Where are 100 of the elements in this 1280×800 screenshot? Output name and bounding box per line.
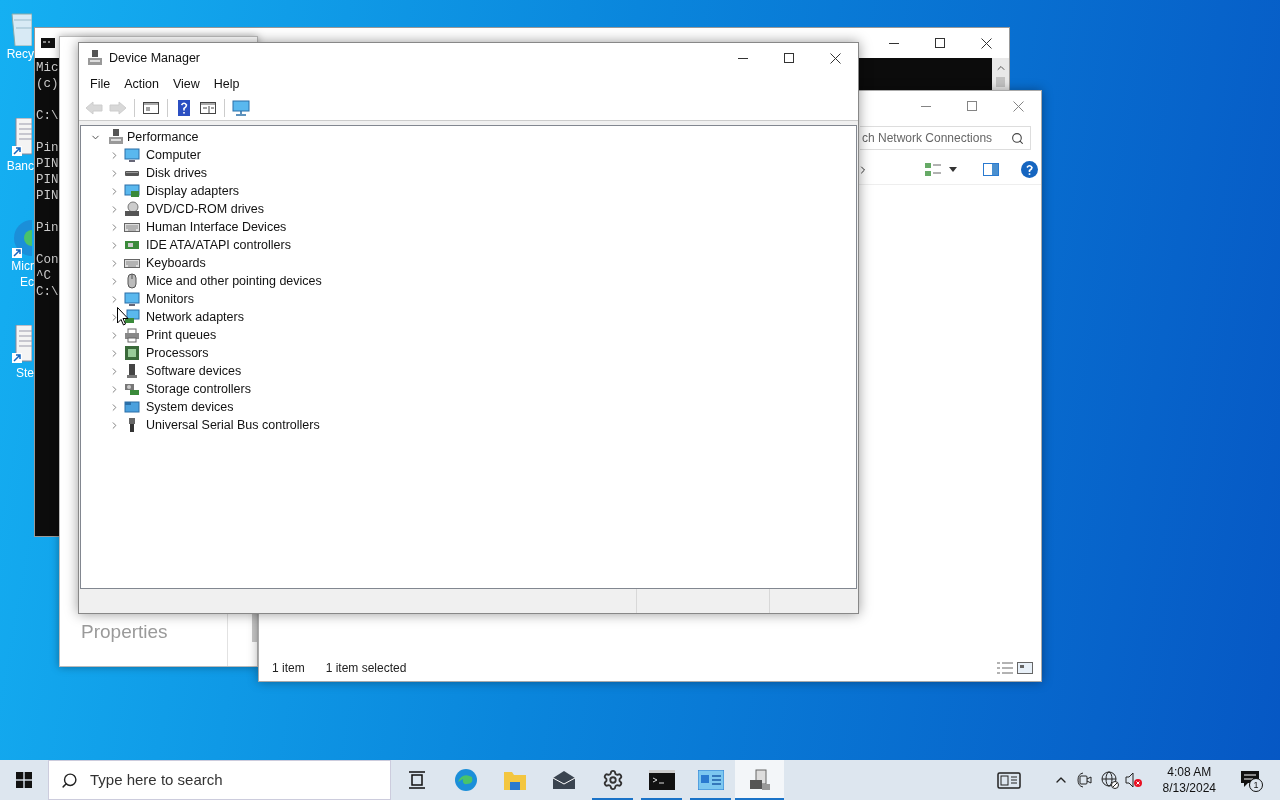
forward-arrow-icon <box>109 99 127 116</box>
search-icon <box>61 771 78 789</box>
menu-item[interactable]: View <box>165 73 207 95</box>
menu-item[interactable]: Help <box>206 73 247 95</box>
tree-item[interactable]: IDE ATA/ATAPI controllers <box>144 235 293 255</box>
tree-item[interactable]: Storage controllers <box>144 379 253 399</box>
tree-item[interactable]: Processors <box>144 343 211 363</box>
search-icon <box>1011 131 1024 145</box>
tree-item[interactable]: Print queues <box>144 325 219 345</box>
task-view-icon <box>407 771 426 789</box>
menu-item[interactable]: File <box>83 73 118 95</box>
settings-icon <box>601 769 624 791</box>
dropdown-caret-icon <box>949 167 957 172</box>
device-manager-icon <box>88 50 102 66</box>
taskbar-search-field[interactable]: Type here to search <box>48 760 391 800</box>
tree-item[interactable]: System devices <box>144 397 236 417</box>
console-app-icon <box>41 38 55 48</box>
window-title: Device Manager <box>109 49 200 67</box>
console-line: PIN <box>36 156 59 172</box>
system-device-icon <box>124 399 140 415</box>
properties-icon <box>142 99 160 116</box>
close-icon <box>1012 100 1024 112</box>
search-field[interactable]: ch Network Connections <box>860 126 1031 150</box>
panel-view-icon <box>199 99 217 116</box>
computer-network-icon <box>109 129 123 145</box>
notification-count: 1 <box>1249 778 1263 792</box>
tree-item[interactable]: Computer <box>144 145 203 165</box>
network-adapter-icon <box>124 309 140 325</box>
tree-item[interactable]: Display adapters <box>144 181 242 201</box>
shortcut-icon <box>10 118 32 158</box>
tree-item[interactable]: Monitors <box>144 289 196 309</box>
control-panel-icon <box>697 770 724 790</box>
windows-logo-icon <box>16 772 32 788</box>
news-icon[interactable] <box>996 771 1021 789</box>
console-line: ^C <box>36 268 51 284</box>
tree-item[interactable]: Mice and other pointing devices <box>144 271 324 291</box>
device-manager-icon <box>747 768 772 792</box>
help-icon <box>175 99 193 116</box>
scrollbar-thumb[interactable] <box>252 614 257 642</box>
minimize-icon <box>921 105 931 107</box>
tree-item[interactable]: Performance <box>125 127 201 147</box>
folder-icon <box>502 769 527 791</box>
disc-drive-icon <box>124 201 140 217</box>
drive-icon <box>124 170 140 176</box>
mouse-icon <box>124 273 140 289</box>
console-line: PIN <box>36 188 59 204</box>
view-options-button[interactable] <box>925 162 957 177</box>
minimize-icon <box>738 57 748 59</box>
status-text: 1 item <box>272 660 305 677</box>
browser-icon <box>10 218 32 258</box>
scrollbar-thumb[interactable] <box>996 77 1005 87</box>
scrollbar[interactable] <box>992 58 1009 91</box>
console-line: C:\ <box>36 108 59 124</box>
globe-icon[interactable] <box>1100 771 1119 789</box>
storage-controller-icon <box>124 381 140 397</box>
tree-item[interactable]: Disk drives <box>144 163 210 183</box>
console-line: Con <box>36 252 59 268</box>
browser-icon <box>453 768 478 792</box>
shortcut-icon <box>10 325 32 365</box>
recycle-bin-icon <box>10 10 32 46</box>
details-view-icon[interactable] <box>997 662 1013 674</box>
terminal-icon <box>648 770 675 790</box>
tree-item[interactable]: Keyboards <box>144 253 208 273</box>
tree-item[interactable]: Software devices <box>144 361 244 381</box>
processor-icon <box>124 345 140 361</box>
console-line: Pin <box>36 140 59 156</box>
tree-item[interactable]: Network adapters <box>144 307 246 327</box>
view-list-icon <box>925 162 941 177</box>
maximize-icon <box>935 38 945 48</box>
maximize-icon <box>967 101 977 111</box>
maximize-icon <box>784 53 794 63</box>
console-line: PIN <box>36 172 59 188</box>
console-line: C:\ <box>36 284 59 300</box>
minimize-icon <box>889 42 899 44</box>
monitor-icon <box>124 147 140 163</box>
tree-item[interactable]: Human Interface Devices <box>144 217 289 237</box>
camera-icon[interactable] <box>1076 772 1093 788</box>
preview-pane-icon[interactable] <box>983 163 999 176</box>
speaker-muted-icon[interactable] <box>1124 772 1143 788</box>
console-line: Pin <box>36 220 59 236</box>
monitor-icon <box>124 291 140 307</box>
help-icon[interactable] <box>1021 161 1038 178</box>
close-icon <box>829 52 841 64</box>
mouse-pointer-icon <box>117 307 129 326</box>
taskbar-app-button[interactable] <box>735 760 784 800</box>
close-icon <box>980 37 992 49</box>
console-line: (c) <box>36 76 59 92</box>
display-adapter-icon <box>124 183 140 199</box>
menu-item[interactable]: Action <box>117 73 166 95</box>
tree-item[interactable]: DVD/CD-ROM drives <box>144 199 267 219</box>
monitor-scan-icon <box>232 99 250 116</box>
printer-icon <box>124 327 140 343</box>
software-device-icon <box>124 363 140 379</box>
tree-item[interactable]: Universal Serial Bus controllers <box>144 415 322 435</box>
large-icons-view-icon[interactable] <box>1017 662 1033 674</box>
console-line: Mic <box>36 60 59 76</box>
back-arrow-icon <box>85 99 103 116</box>
clock[interactable]: 4:08 AM 8/13/2024 <box>1162 764 1216 796</box>
status-text: 1 item selected <box>325 660 407 677</box>
mail-icon <box>551 770 576 790</box>
